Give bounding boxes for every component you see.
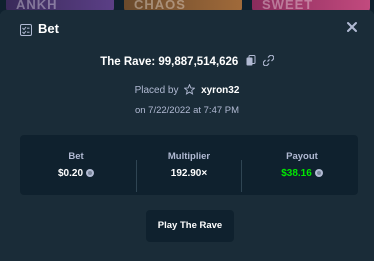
star-icon: [183, 83, 196, 98]
coin-icon: [86, 169, 95, 177]
stat-multiplier-label: Multiplier: [167, 151, 211, 162]
stat-payout: Payout $38.16: [246, 135, 358, 195]
play-game-button[interactable]: Play The Rave: [146, 210, 234, 242]
stat-payout-label: Payout: [286, 151, 318, 162]
modal-title: Bet: [38, 21, 59, 36]
stat-bet-value: $0.20: [57, 168, 84, 179]
copy-icon[interactable]: [246, 55, 256, 69]
bet-modal: Bet The Rave: 99,887,514,626 Placed by x…: [0, 10, 374, 261]
page: ANKH CHAOS SWEET Bet The Rave: 99,887,51…: [0, 0, 374, 261]
bet-slip-icon: [20, 23, 32, 36]
link-icon[interactable]: [262, 54, 274, 69]
placed-by-label: Placed by: [134, 85, 179, 96]
stat-bet-label: Bet: [68, 151, 84, 162]
stat-bet: Bet $0.20: [20, 135, 132, 195]
stat-divider: [241, 160, 242, 192]
modal-header: Bet: [0, 10, 374, 48]
coin-icon: [314, 169, 323, 177]
close-icon[interactable]: [344, 19, 360, 35]
stat-payout-value: $38.16: [281, 168, 312, 179]
stat-multiplier: Multiplier 192.90×: [133, 135, 245, 195]
bet-stats-panel: Bet $0.20 Multiplier 192.90× Payout $38.…: [20, 135, 358, 195]
bet-game-id: The Rave: 99,887,514,626: [0, 54, 374, 69]
stat-payout-value-row: $38.16: [246, 168, 358, 179]
stat-bet-value-row: $0.20: [20, 168, 132, 179]
bet-game-label: The Rave: 99,887,514,626: [100, 56, 239, 69]
stat-multiplier-value: 192.90×: [170, 168, 208, 179]
username-link[interactable]: xyron32: [201, 85, 239, 96]
bet-date: on 7/22/2022 at 7:47 PM: [134, 105, 240, 116]
placed-by: Placed by xyron32: [0, 83, 374, 98]
